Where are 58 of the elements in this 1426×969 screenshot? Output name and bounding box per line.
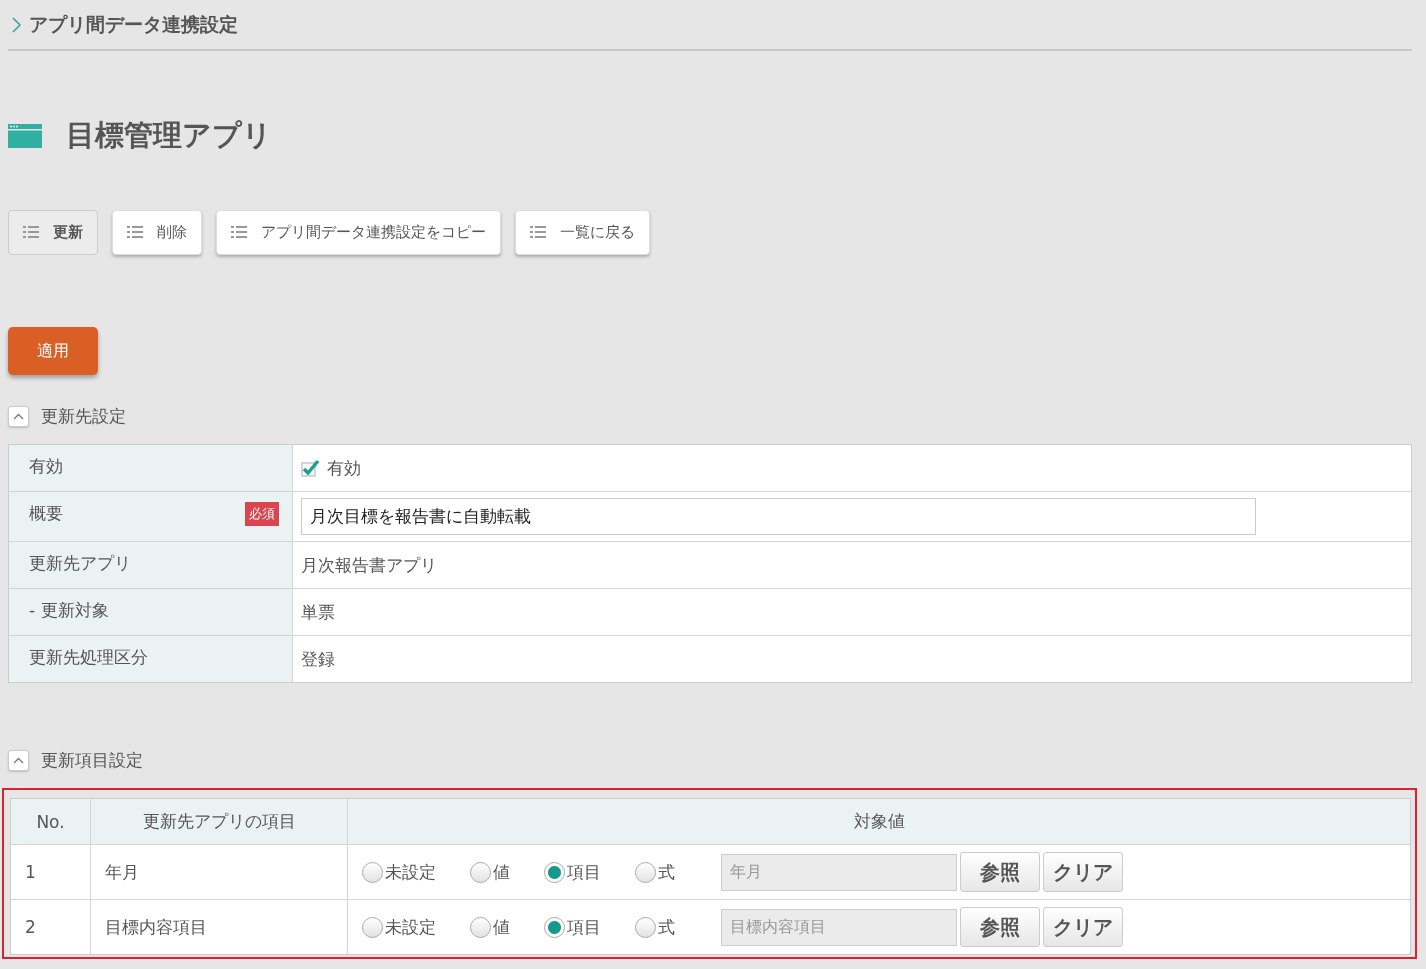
toolbar-button[interactable]: 一覧に戻る xyxy=(515,210,650,255)
action-button[interactable]: クリア xyxy=(1043,852,1123,892)
radio-option[interactable]: 未設定 xyxy=(362,915,436,939)
row-value: 月次報告書アプリ xyxy=(301,553,437,577)
row-value: 登録 xyxy=(301,647,335,671)
required-badge: 必須 xyxy=(245,502,279,526)
list-icon xyxy=(23,226,39,239)
list-icon xyxy=(127,226,143,239)
app-window-icon xyxy=(8,124,42,148)
action-button[interactable]: 参照 xyxy=(960,907,1040,947)
page-title: 目標管理アプリ xyxy=(66,117,272,154)
radio-option[interactable]: 式 xyxy=(635,915,675,939)
radio-icon[interactable] xyxy=(544,916,565,938)
caret-up-icon xyxy=(13,757,24,764)
radio-icon[interactable] xyxy=(362,861,383,883)
list-icon xyxy=(530,226,546,239)
row-label: 概要 xyxy=(29,502,63,525)
radio-icon[interactable] xyxy=(635,916,656,938)
radio-icon[interactable] xyxy=(362,916,383,938)
action-button[interactable]: クリア xyxy=(1043,907,1123,947)
collapse-toggle[interactable] xyxy=(8,750,29,771)
chevron-right-icon xyxy=(12,16,21,33)
checked-checkbox-icon[interactable] xyxy=(301,459,321,477)
breadcrumb-title: アプリ間データ連携設定 xyxy=(29,11,238,37)
row-label: 更新先処理区分 xyxy=(29,646,148,669)
list-icon xyxy=(231,226,247,239)
radio-option[interactable]: 値 xyxy=(470,860,510,884)
radio-icon[interactable] xyxy=(544,861,565,883)
action-button[interactable]: 参照 xyxy=(960,852,1040,892)
checkbox-label: 有効 xyxy=(327,456,361,480)
table-cell: 目標内容項目 xyxy=(91,900,348,954)
row-value: 単票 xyxy=(301,600,335,624)
section-title: 更新先設定 xyxy=(41,405,126,428)
column-header: No. xyxy=(11,799,91,844)
radio-option[interactable]: 項目 xyxy=(544,915,601,939)
row-label: 有効 xyxy=(29,455,63,478)
apply-button[interactable]: 適用 xyxy=(8,327,98,375)
summary-input[interactable]: 月次目標を報告書に自動転載 xyxy=(301,498,1256,535)
radio-option[interactable]: 項目 xyxy=(544,860,601,884)
column-header: 対象値 xyxy=(348,799,1410,844)
column-header: 更新先アプリの項目 xyxy=(91,799,348,844)
collapse-toggle[interactable] xyxy=(8,406,29,427)
radio-option[interactable]: 未設定 xyxy=(362,860,436,884)
radio-icon[interactable] xyxy=(470,861,491,883)
toolbar-button[interactable]: 削除 xyxy=(112,210,202,255)
table-cell: 2 xyxy=(11,900,91,954)
radio-option[interactable]: 値 xyxy=(470,915,510,939)
section-title: 更新項目設定 xyxy=(41,749,143,772)
row-label: 更新先アプリ xyxy=(29,552,131,575)
radio-icon[interactable] xyxy=(635,861,656,883)
toolbar-button[interactable]: アプリ間データ連携設定をコピー xyxy=(216,210,501,255)
radio-icon[interactable] xyxy=(470,916,491,938)
toolbar-button[interactable]: 更新 xyxy=(8,210,98,255)
radio-option[interactable]: 式 xyxy=(635,860,675,884)
table-cell: 1 xyxy=(11,845,91,899)
caret-up-icon xyxy=(13,413,24,420)
row-label: - 更新対象 xyxy=(29,599,109,622)
table-cell: 年月 xyxy=(91,845,348,899)
